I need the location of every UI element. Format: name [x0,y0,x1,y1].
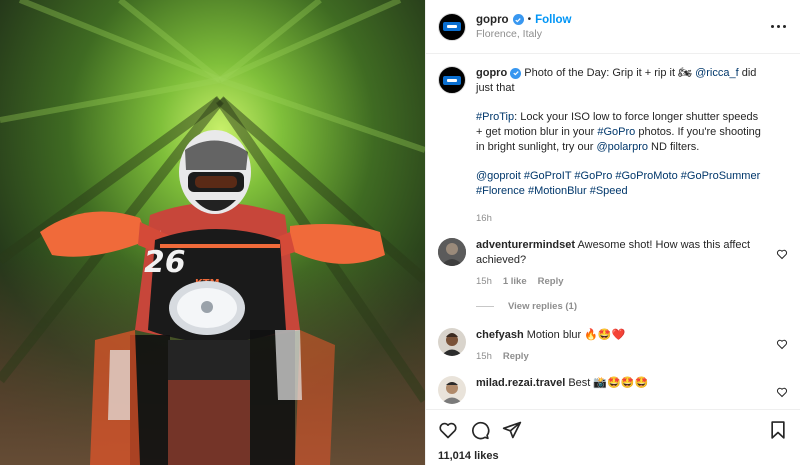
comment-text: Best 📸🤩🤩🤩 [568,377,649,389]
heart-icon[interactable] [776,338,788,350]
separator: • [527,13,532,25]
reply-button[interactable]: Reply [503,351,529,362]
motocross-rider-image: 26 KTM [0,0,425,465]
comment-icon[interactable] [470,420,490,440]
svg-text:26: 26 [141,245,189,280]
heart-icon[interactable] [776,248,788,260]
comment-item: milad.rezai.travel Best 📸🤩🤩🤩 [438,376,788,404]
caption-protip-c: ND filters. [647,141,700,153]
view-replies-label: View replies (1) [508,301,577,312]
verified-icon [512,14,524,25]
comment-username[interactable]: adventurermindset [476,239,575,251]
gopro-logo-icon [443,22,461,31]
post-location[interactable]: Florence, Italy [476,27,572,41]
avatar[interactable] [438,238,466,266]
avatar[interactable] [438,66,466,94]
replies-divider [476,306,494,307]
avatar[interactable] [438,12,466,41]
comments-list[interactable]: gopro Photo of the Day: Grip it + rip it… [426,54,800,409]
post-username[interactable]: gopro [476,13,509,27]
gopro-logo-icon [443,75,461,85]
hashtag-link[interactable]: #ProTip [476,111,514,123]
view-replies-button[interactable]: View replies (1) [476,301,788,312]
comment-username[interactable]: chefyash [476,329,524,341]
mention-link[interactable]: @ricca_f [695,67,739,79]
likes-count[interactable]: 11,014 likes [438,450,788,462]
verified-icon [510,67,522,79]
hashtags[interactable]: @goproit #GoProIT #GoPro #GoProMoto #GoP… [476,170,760,197]
heart-icon[interactable] [776,386,788,398]
post-actions-bar: 11,014 likes [426,409,800,465]
avatar[interactable] [438,328,466,356]
hashtag-link[interactable]: #GoPro [597,126,635,138]
caption: gopro Photo of the Day: Grip it + rip it… [438,66,788,224]
comment-item: adventurermindset Awesome shot! How was … [438,238,788,287]
comment-text: Motion blur 🔥🤩❤️ [526,329,626,341]
comment-time[interactable]: 15h [476,276,492,287]
share-icon[interactable] [502,420,522,440]
reply-button[interactable]: Reply [538,276,564,287]
caption-username[interactable]: gopro [476,67,507,79]
more-options-icon[interactable] [768,18,788,34]
post-header: gopro • Follow Florence, Italy [426,0,800,54]
comment-username[interactable]: milad.rezai.travel [476,377,565,389]
follow-button[interactable]: Follow [535,13,571,27]
post-side-panel: gopro • Follow Florence, Italy gopro Pho… [425,0,800,465]
caption-time[interactable]: 16h [476,213,492,224]
avatar[interactable] [438,376,466,404]
caption-line1: Photo of the Day: Grip it + rip it 🏍 [524,67,693,79]
comment-item: chefyash Motion blur 🔥🤩❤️ 15h Reply [438,328,788,362]
post-dialog: 26 KTM gopro [0,0,800,465]
comment-time[interactable]: 15h [476,351,492,362]
post-photo[interactable]: 26 KTM [0,0,425,465]
mention-link[interactable]: @polarpro [596,141,648,153]
comment-likes[interactable]: 1 like [503,276,527,287]
bookmark-icon[interactable] [768,420,788,440]
caption-text: gopro Photo of the Day: Grip it + rip it… [476,66,762,199]
heart-icon[interactable] [438,420,458,440]
